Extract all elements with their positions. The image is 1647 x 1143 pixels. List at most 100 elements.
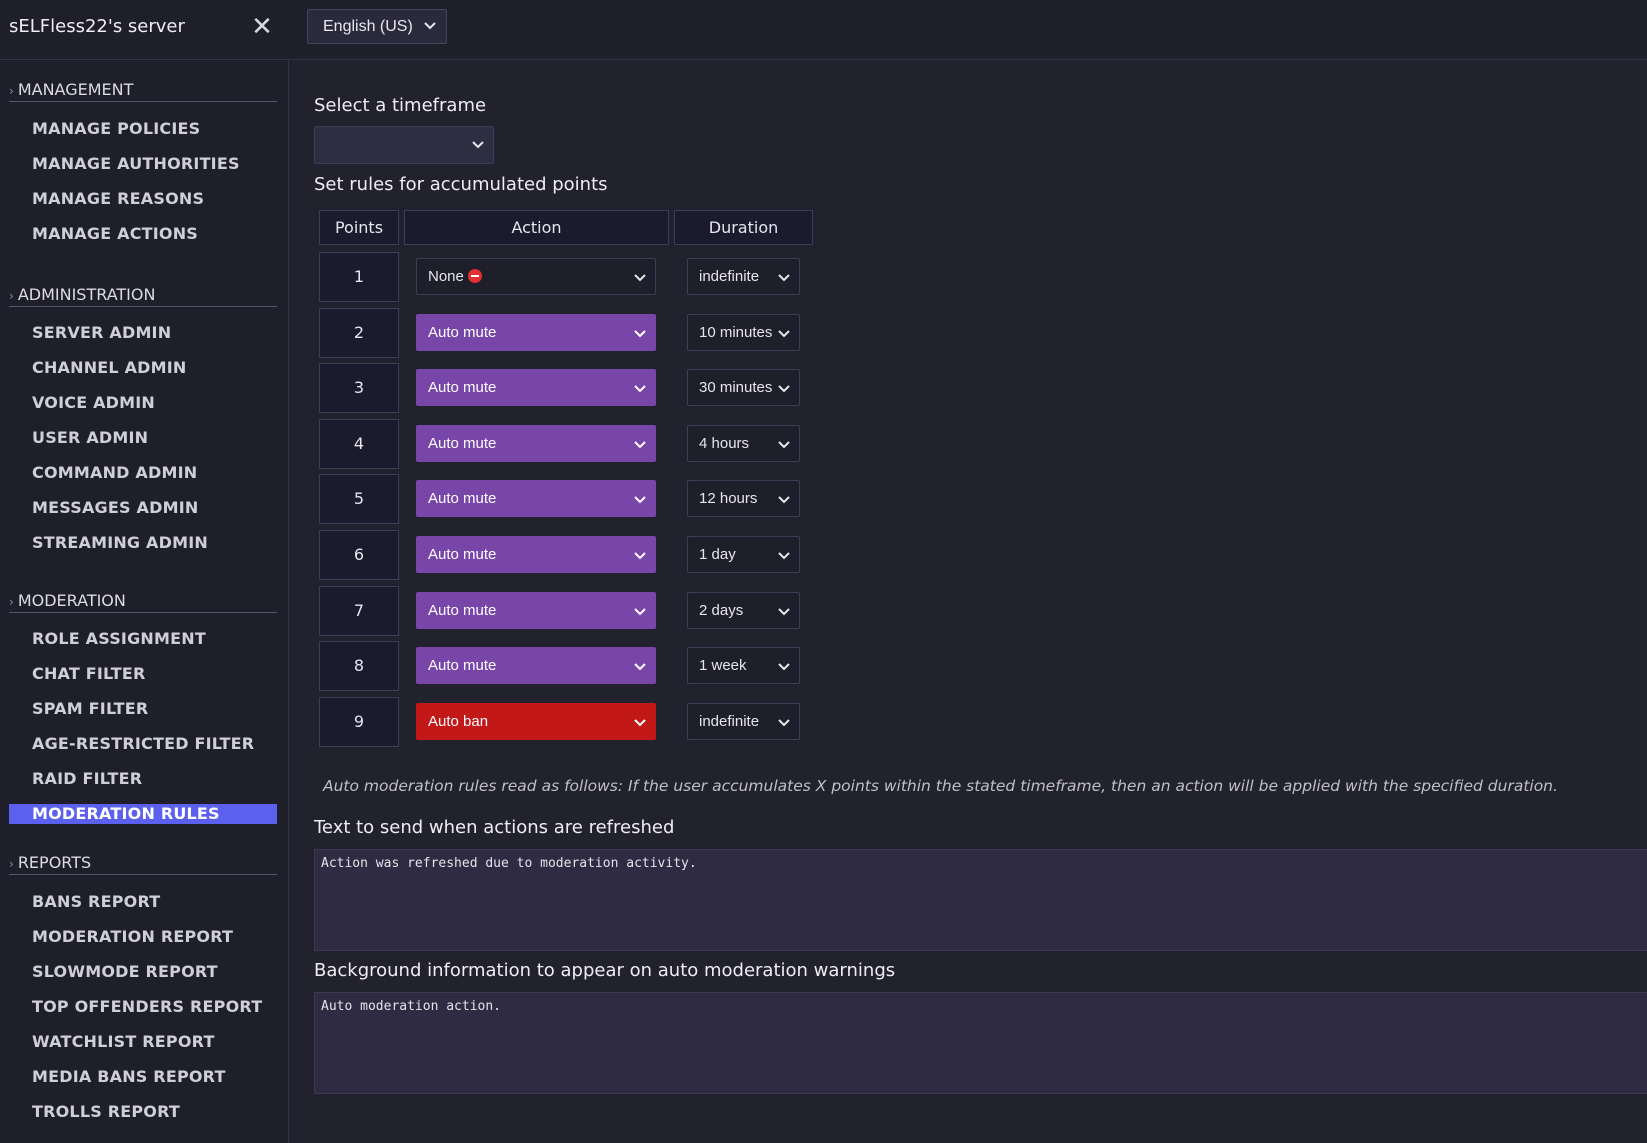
language-select[interactable]: English (US): [307, 9, 447, 44]
background-info-field[interactable]: Auto moderation action.: [314, 992, 1647, 1094]
rule-points: 7: [319, 585, 399, 636]
sidebar-section-label: MODERATION: [17, 591, 126, 610]
rule-duration-value: 30 minutes: [699, 379, 773, 397]
sidebar-item-trolls-report[interactable]: TROLLS REPORT: [32, 1102, 180, 1121]
sidebar-item-channel-admin[interactable]: CHANNEL ADMIN: [32, 358, 187, 377]
rule-action-select[interactable]: None: [416, 258, 656, 295]
rule-action-value: Auto mute: [428, 657, 497, 675]
rule-duration-value: 12 hours: [699, 490, 758, 508]
sidebar-item-chat-filter[interactable]: CHAT FILTER: [32, 664, 146, 683]
sidebar-section-administration[interactable]: › ADMINISTRATION: [9, 272, 277, 307]
rule-duration-value: 1 day: [699, 546, 736, 563]
rule-action-select[interactable]: Auto mute: [416, 369, 656, 407]
rule-duration-value: 4 hours: [699, 434, 750, 452]
rule-action-select[interactable]: Auto mute: [416, 647, 656, 685]
rule-duration-value: 1 week: [699, 657, 747, 675]
sidebar-item-server-admin[interactable]: SERVER ADMIN: [32, 323, 171, 342]
sidebar-item-spam-filter[interactable]: SPAM FILTER: [32, 699, 148, 718]
refresh-text-field[interactable]: Action was refreshed due to moderation a…: [314, 849, 1647, 951]
rule-duration-select[interactable]: 2 days: [687, 591, 800, 629]
sidebar-item-messages-admin[interactable]: MESSAGES ADMIN: [32, 498, 198, 517]
sidebar-item-top-offenders-report[interactable]: TOP OFFENDERS REPORT: [32, 997, 262, 1016]
chevron-right-icon: ›: [9, 84, 14, 98]
refresh-text-label: Text to send when actions are refreshed: [314, 817, 675, 838]
rule-duration-select[interactable]: 4 hours: [687, 424, 800, 462]
rule-action-value: Auto mute: [428, 323, 497, 341]
chevron-down-icon: [633, 659, 647, 673]
sidebar-item-manage-reasons[interactable]: MANAGE REASONS: [32, 189, 204, 208]
rule-duration-value: indefinite: [699, 712, 760, 730]
chevron-down-icon: [777, 437, 791, 451]
sidebar-item-bans-report[interactable]: BANS REPORT: [32, 892, 160, 911]
sidebar-item-raid-filter[interactable]: RAID FILTER: [32, 769, 142, 788]
top-bar: sELFless22's server ✕ English (US): [0, 0, 1647, 60]
sidebar-item-moderation-rules[interactable]: MODERATION RULES: [9, 804, 277, 824]
rule-action-select[interactable]: Auto mute: [416, 536, 656, 573]
rule-action-value: Auto mute: [428, 379, 497, 397]
sidebar-item-role-assignment[interactable]: ROLE ASSIGNMENT: [32, 629, 206, 648]
sidebar-item-slowmode-report[interactable]: SLOWMODE REPORT: [32, 962, 218, 981]
sidebar-section-label: ADMINISTRATION: [17, 285, 156, 304]
rule-duration-select[interactable]: indefinite: [687, 258, 800, 295]
points-column-header: Points: [319, 210, 399, 245]
action-column-header: Action: [404, 210, 669, 245]
chevron-down-icon: [777, 270, 791, 284]
rule-points: 3: [319, 363, 399, 414]
sidebar-item-moderation-report[interactable]: MODERATION REPORT: [32, 927, 233, 946]
chevron-down-icon: [471, 137, 485, 151]
rule-duration-value: indefinite: [699, 268, 760, 285]
rule-duration-select[interactable]: 12 hours: [687, 480, 800, 518]
rule-points: 6: [319, 530, 399, 580]
sidebar-item-user-admin[interactable]: USER ADMIN: [32, 428, 148, 447]
rule-action-select[interactable]: Auto ban: [416, 702, 656, 740]
rule-action-value: Auto ban: [428, 712, 489, 730]
chevron-down-icon: [633, 270, 647, 284]
timeframe-select[interactable]: [314, 126, 494, 164]
sidebar-item-age-restricted-filter[interactable]: AGE-RESTRICTED FILTER: [32, 734, 254, 753]
rule-duration-select[interactable]: 10 minutes: [687, 313, 800, 351]
language-value: English (US): [323, 18, 413, 35]
sidebar-section-label: MANAGEMENT: [17, 80, 134, 99]
chevron-right-icon: ›: [9, 857, 14, 871]
sidebar-item-media-bans-report[interactable]: MEDIA BANS REPORT: [32, 1067, 226, 1086]
rule-duration-select[interactable]: 1 day: [687, 536, 800, 573]
rule-action-select[interactable]: Auto mute: [416, 313, 656, 351]
sidebar-section-reports[interactable]: › REPORTS: [9, 840, 277, 875]
chevron-down-icon: [633, 492, 647, 506]
chevron-down-icon: [633, 604, 647, 618]
chevron-down-icon: [777, 381, 791, 395]
sidebar-item-watchlist-report[interactable]: WATCHLIST REPORT: [32, 1032, 215, 1051]
sidebar-item-streaming-admin[interactable]: STREAMING ADMIN: [32, 533, 208, 552]
rule-action-select[interactable]: Auto mute: [416, 480, 656, 518]
chevron-down-icon: [777, 604, 791, 618]
chevron-down-icon: [777, 659, 791, 673]
rules-label: Set rules for accumulated points: [314, 174, 608, 195]
rule-points: 5: [319, 474, 399, 525]
chevron-down-icon: [777, 715, 791, 729]
sidebar-item-manage-policies[interactable]: MANAGE POLICIES: [32, 119, 200, 138]
sidebar-section-moderation[interactable]: › MODERATION: [9, 578, 277, 613]
rule-action-value: Auto mute: [428, 601, 497, 619]
chevron-down-icon: [424, 19, 436, 31]
duration-column-header: Duration: [674, 210, 813, 245]
chevron-down-icon: [777, 492, 791, 506]
rule-duration-select[interactable]: 30 minutes: [687, 369, 800, 407]
sidebar-item-manage-actions[interactable]: MANAGE ACTIONS: [32, 224, 198, 243]
rule-action-value: Auto mute: [428, 490, 497, 508]
close-icon[interactable]: ✕: [250, 14, 274, 40]
sidebar-section-label: REPORTS: [17, 853, 92, 872]
sidebar-item-manage-authorities[interactable]: MANAGE AUTHORITIES: [32, 154, 240, 173]
rule-action-select[interactable]: Auto mute: [416, 591, 656, 629]
sidebar-section-management[interactable]: › MANAGEMENT: [9, 67, 277, 102]
sidebar-item-command-admin[interactable]: COMMAND ADMIN: [32, 463, 197, 482]
chevron-right-icon: ›: [9, 289, 14, 303]
rule-duration-select[interactable]: indefinite: [687, 702, 800, 740]
rule-duration-value: 2 days: [699, 601, 744, 619]
rule-action-select[interactable]: Auto mute: [416, 424, 656, 462]
rule-points: 4: [319, 418, 399, 469]
rule-points: 8: [319, 641, 399, 692]
rule-duration-select[interactable]: 1 week: [687, 647, 800, 685]
server-title: sELFless22's server: [9, 16, 185, 37]
sidebar-item-voice-admin[interactable]: VOICE ADMIN: [32, 393, 155, 412]
rules-hint: Auto moderation rules read as follows: I…: [323, 777, 1558, 795]
